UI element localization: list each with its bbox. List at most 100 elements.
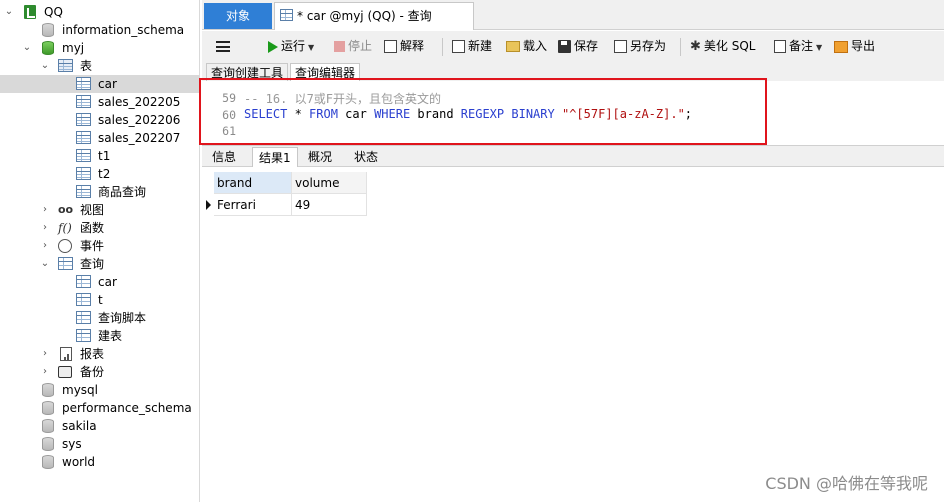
tree-table-label: sales_202206: [98, 113, 181, 127]
tree-table-label: car: [98, 77, 117, 91]
tree-query-label: 建表: [98, 329, 123, 343]
report-icon: [60, 347, 72, 361]
tree-query-create-table[interactable]: 建表: [0, 327, 199, 345]
tables-icon: [58, 59, 73, 72]
tree-group-backup[interactable]: › 备份: [4, 363, 194, 381]
tab-objects[interactable]: 对象: [204, 3, 272, 29]
tree-group-reports[interactable]: › 报表: [4, 345, 194, 363]
view-icon: oo: [58, 203, 74, 216]
expand-icon[interactable]: ›: [40, 363, 50, 381]
table-icon: [76, 167, 91, 180]
tree-table-t1[interactable]: t1: [0, 147, 199, 165]
collapse-icon[interactable]: ⌄: [22, 39, 32, 57]
export-icon: [834, 40, 848, 53]
tree-group-label: 查询: [80, 257, 105, 271]
tree-group-functions[interactable]: › f() 函数: [4, 219, 194, 237]
new-button[interactable]: 新建: [452, 36, 492, 56]
column-header-brand[interactable]: brand: [214, 172, 292, 194]
tab-query-car[interactable]: * car @myj (QQ) - 查询: [274, 2, 474, 30]
tree-group-label: 备份: [80, 365, 105, 379]
note-icon: [774, 40, 786, 53]
clock-icon: [58, 239, 72, 253]
tab-info[interactable]: 信息: [206, 147, 242, 167]
tree-table-car[interactable]: car: [0, 75, 199, 93]
beautify-sql-button[interactable]: ✱ 美化 SQL: [690, 36, 755, 56]
explain-icon: [384, 40, 397, 53]
toolbar-separator: [442, 38, 443, 56]
expand-icon[interactable]: ›: [40, 345, 50, 363]
tree-db-label: sys: [62, 437, 82, 451]
tree-table-sales-202207[interactable]: sales_202207: [0, 129, 199, 147]
navigation-tree: ⌄ QQ information_schema ⌄ myj ⌄ 表 car sa…: [0, 0, 200, 502]
tree-group-label: 视图: [80, 203, 105, 217]
tree-db-label: performance_schema: [62, 401, 192, 415]
tree-group-tables[interactable]: ⌄ 表: [4, 57, 194, 75]
table-icon: [76, 149, 91, 162]
tab-result1[interactable]: 结果1: [252, 147, 298, 167]
tree-db-sys[interactable]: sys: [4, 435, 194, 453]
tree-query-label: t: [98, 293, 103, 307]
expand-icon[interactable]: ›: [40, 219, 50, 237]
tab-query-label: * car @myj (QQ) - 查询: [297, 9, 432, 23]
tree-connection-qq[interactable]: ⌄ QQ: [4, 3, 194, 21]
connection-icon: [24, 5, 36, 19]
tree-group-views[interactable]: › oo 视图: [4, 201, 194, 219]
tree-db-sakila[interactable]: sakila: [4, 417, 194, 435]
stop-button[interactable]: 停止: [334, 36, 372, 56]
stop-label: 停止: [348, 39, 373, 53]
note-button[interactable]: 备注 ▼: [774, 36, 822, 56]
menu-button[interactable]: [216, 36, 233, 56]
tree-table-sales-202206[interactable]: sales_202206: [0, 111, 199, 129]
collapse-icon[interactable]: ⌄: [40, 255, 50, 273]
tree-query-label: car: [98, 275, 117, 289]
tree-query-script[interactable]: 查询脚本: [0, 309, 199, 327]
tree-table-t2[interactable]: t2: [0, 165, 199, 183]
expand-icon[interactable]: ›: [40, 237, 50, 255]
tree-db-world[interactable]: world: [4, 453, 194, 471]
tab-status[interactable]: 状态: [348, 147, 384, 167]
table-icon: [76, 131, 91, 144]
tree-table-sales-202205[interactable]: sales_202205: [0, 93, 199, 111]
export-label: 导出: [851, 39, 876, 53]
tree-db-myj[interactable]: ⌄ myj: [4, 39, 194, 57]
expand-icon[interactable]: ›: [40, 201, 50, 219]
tree-db-label: mysql: [62, 383, 98, 397]
collapse-icon[interactable]: ⌄: [4, 3, 14, 21]
tree-table-label: sales_202205: [98, 95, 181, 109]
table-icon: [76, 185, 91, 198]
tree-db-mysql[interactable]: mysql: [4, 381, 194, 399]
table-cell[interactable]: 49: [292, 194, 367, 216]
save-as-button[interactable]: 另存为: [614, 36, 666, 56]
dropdown-arrow-icon[interactable]: ▼: [816, 43, 822, 52]
export-button[interactable]: 导出: [834, 36, 875, 56]
run-button[interactable]: 运行 ▼: [268, 36, 314, 56]
load-button[interactable]: 载入: [506, 36, 547, 56]
tree-query-car[interactable]: car: [0, 273, 199, 291]
database-icon: [42, 455, 54, 469]
watermark: CSDN @哈佛在等我呢: [765, 474, 928, 493]
column-header-volume[interactable]: volume: [292, 172, 367, 194]
tree-group-events[interactable]: › 事件: [4, 237, 194, 255]
tree-group-label: 事件: [80, 239, 105, 253]
collapse-icon[interactable]: ⌄: [40, 57, 50, 75]
result-tab-bar: 信息 结果1 概况 状态: [202, 145, 944, 167]
tree-table-product-query[interactable]: 商品查询: [0, 183, 199, 201]
tree-group-label: 报表: [80, 347, 105, 361]
table-cell[interactable]: Ferrari: [214, 194, 292, 216]
tree-table-label: sales_202207: [98, 131, 181, 145]
highlight-box: [199, 78, 767, 145]
tab-profile[interactable]: 概况: [302, 147, 338, 167]
save-label: 保存: [574, 39, 599, 53]
tree-group-queries[interactable]: ⌄ 查询: [4, 255, 194, 273]
tree-query-t[interactable]: t: [0, 291, 199, 309]
save-button[interactable]: 保存: [558, 36, 598, 56]
hamburger-icon: [216, 41, 230, 52]
tree-db-performance-schema[interactable]: performance_schema: [4, 399, 194, 417]
new-label: 新建: [468, 39, 493, 53]
query-icon: [76, 293, 91, 306]
dropdown-arrow-icon[interactable]: ▼: [308, 43, 314, 52]
tree-db-information-schema[interactable]: information_schema: [4, 21, 194, 39]
explain-button[interactable]: 解释: [384, 36, 424, 56]
magic-wand-icon: ✱: [690, 38, 701, 54]
tree-query-label: 查询脚本: [98, 311, 147, 325]
